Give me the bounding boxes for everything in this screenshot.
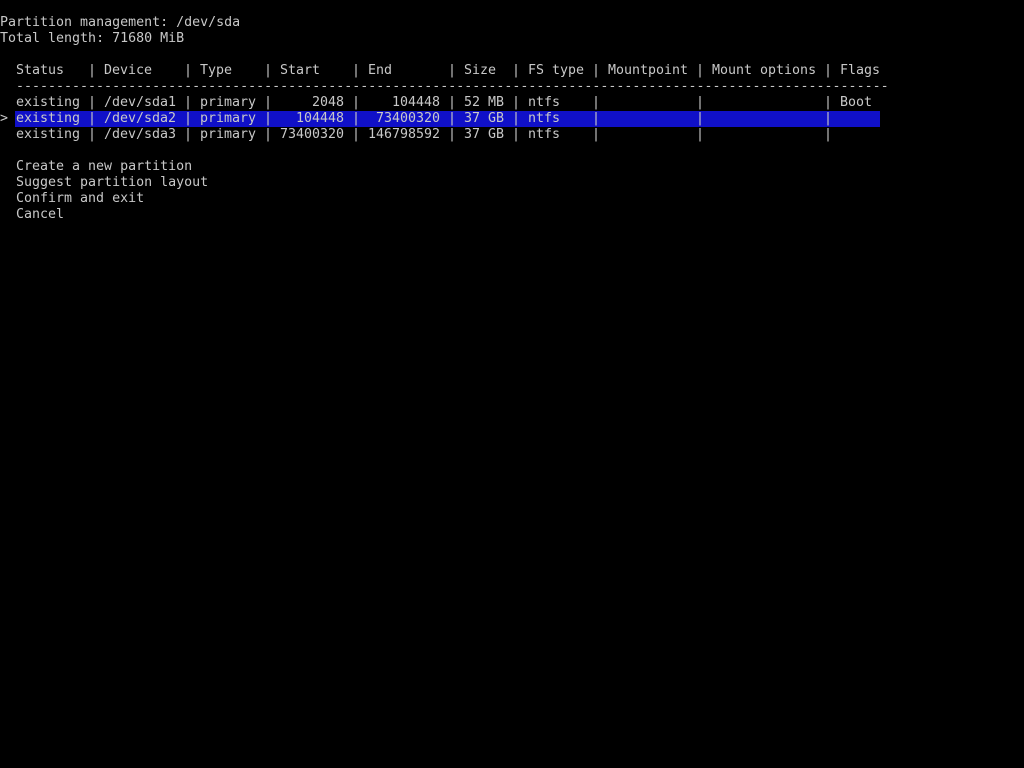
- page-title: Partition management: /dev/sda: [0, 15, 241, 30]
- column-separator: |: [512, 95, 521, 110]
- cell-status: existing: [16, 95, 81, 110]
- column-header-fstype: FS type: [528, 63, 585, 78]
- cell-end: 73400320: [375, 111, 440, 126]
- cell-end: 146798592: [367, 127, 440, 142]
- column-header-type: Type: [200, 63, 233, 78]
- cell-type: primary: [200, 111, 257, 126]
- column-separator: |: [824, 95, 833, 110]
- column-separator: |: [448, 127, 457, 142]
- column-separator: |: [352, 95, 361, 110]
- column-separator: |: [592, 127, 601, 142]
- column-separator: |: [592, 111, 601, 126]
- cell-status: existing: [16, 127, 81, 142]
- column-separator: |: [352, 127, 361, 142]
- column-header-end: End: [368, 63, 393, 78]
- header-separator: ----------------------------------------…: [16, 79, 889, 94]
- column-separator: |: [184, 127, 193, 142]
- cell-type: primary: [200, 95, 257, 110]
- column-separator: |: [824, 111, 833, 126]
- total-length: Total length: 71680 MiB: [0, 31, 185, 46]
- column-separator: |: [352, 111, 361, 126]
- column-header-mountpoint: Mountpoint: [608, 63, 689, 78]
- column-separator: |: [352, 63, 361, 78]
- column-header-size: Size: [464, 63, 497, 78]
- column-separator: |: [592, 63, 601, 78]
- column-separator: |: [512, 111, 521, 126]
- cell-fstype: ntfs: [528, 95, 561, 110]
- column-header-device: Device: [104, 63, 153, 78]
- menu-item-cancel[interactable]: Cancel: [16, 207, 64, 223]
- table-header: Status | Device | Type | Start | End | S…: [0, 63, 1024, 79]
- column-separator: |: [88, 111, 97, 126]
- column-separator: |: [88, 63, 97, 78]
- column-separator: |: [448, 63, 457, 78]
- column-separator: |: [264, 63, 273, 78]
- column-separator: |: [88, 95, 97, 110]
- cell-flags: Boot: [840, 95, 873, 110]
- cell-start: 104448: [295, 111, 344, 126]
- column-separator: |: [696, 127, 705, 142]
- column-header-mount-options: Mount options: [712, 63, 817, 78]
- column-separator: |: [448, 111, 457, 126]
- column-separator: |: [592, 95, 601, 110]
- column-separator: |: [184, 95, 193, 110]
- column-separator: |: [824, 63, 833, 78]
- column-separator: |: [696, 63, 705, 78]
- column-header-flags: Flags: [840, 63, 881, 78]
- cell-device: /dev/sda2: [104, 111, 177, 126]
- menu-item-suggest-layout[interactable]: Suggest partition layout: [16, 175, 208, 191]
- cell-end: 104448: [391, 95, 440, 110]
- cell-size: 37 GB: [464, 127, 505, 142]
- column-separator: |: [88, 127, 97, 142]
- partition-row[interactable]: existing | /dev/sda3 | primary | 73400320 | 1467…: [0, 127, 1024, 143]
- column-separator: |: [448, 95, 457, 110]
- cell-device: /dev/sda1: [104, 95, 177, 110]
- column-header-start: Start: [280, 63, 321, 78]
- column-separator: |: [184, 63, 193, 78]
- column-separator: |: [696, 111, 705, 126]
- cell-fstype: ntfs: [528, 111, 561, 126]
- partition-row[interactable]: > existing | /dev/sda2 | primary | 104448 | 73400…: [0, 111, 1024, 127]
- cell-size: 37 GB: [464, 111, 505, 126]
- cell-start: 2048: [311, 95, 344, 110]
- column-separator: |: [512, 127, 521, 142]
- menu-item-create-partition[interactable]: Create a new partition: [16, 159, 192, 175]
- cell-fstype: ntfs: [528, 127, 561, 142]
- column-separator: |: [184, 111, 193, 126]
- column-separator: |: [824, 127, 833, 142]
- cell-device: /dev/sda3: [104, 127, 177, 142]
- selection-cursor-icon: >: [0, 111, 9, 126]
- column-separator: |: [512, 63, 521, 78]
- cell-type: primary: [200, 127, 257, 142]
- menu-item-confirm-exit[interactable]: Confirm and exit: [16, 191, 144, 207]
- cell-status: existing: [16, 111, 81, 126]
- column-header-status: Status: [16, 63, 65, 78]
- partition-row[interactable]: existing | /dev/sda1 | primary | 2048 | 104448 | 5…: [0, 95, 1024, 111]
- cell-size: 52 MB: [464, 95, 505, 110]
- cell-start: 73400320: [279, 127, 344, 142]
- column-separator: |: [696, 95, 705, 110]
